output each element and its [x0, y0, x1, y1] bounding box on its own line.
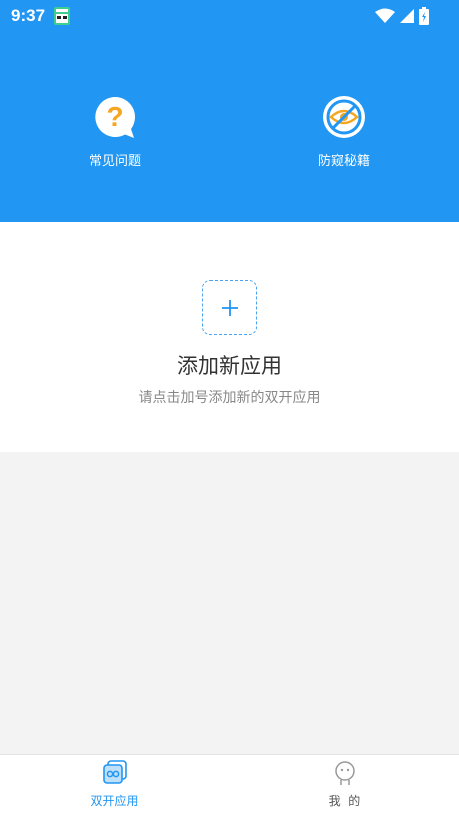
signal-icon: [400, 9, 414, 23]
nav-tab-dual-apps[interactable]: 双开应用: [0, 755, 229, 816]
privacy-tips-button[interactable]: 防窥秘籍: [284, 95, 404, 169]
svg-text:?: ?: [106, 101, 123, 132]
wifi-icon: [375, 8, 395, 23]
nav-tab-mine-label: 我 的: [328, 794, 361, 808]
status-icons: [375, 6, 429, 26]
privacy-tips-label: 防窥秘籍: [317, 154, 370, 169]
question-bubble-icon: ?: [95, 97, 135, 138]
nav-tab-mine[interactable]: 我 的: [230, 755, 459, 816]
eye-slash-icon: [323, 96, 365, 138]
nav-tab-dual-apps-label: 双开应用: [90, 794, 139, 808]
faq-label: 常见问题: [88, 154, 141, 169]
header-banner: 9:37 ? 常见问题 防窥秘籍: [0, 0, 459, 222]
add-app-subtitle: 请点击加号添加新的双开应用: [138, 390, 321, 406]
add-app-title: 添加新应用: [177, 354, 282, 378]
status-time: 9:37: [11, 6, 46, 25]
app-notification-icon: [54, 7, 70, 25]
add-app-button[interactable]: [202, 280, 257, 335]
add-app-card: 添加新应用 请点击加号添加新的双开应用: [0, 222, 459, 452]
bottom-nav: 双开应用 我 的: [0, 754, 459, 816]
battery-icon: [419, 7, 429, 25]
dual-app-icon: [102, 760, 127, 784]
faq-button[interactable]: ? 常见问题: [55, 95, 175, 169]
profile-icon: [334, 761, 355, 785]
plus-icon: [221, 299, 238, 316]
status-bar: 9:37: [0, 0, 459, 32]
